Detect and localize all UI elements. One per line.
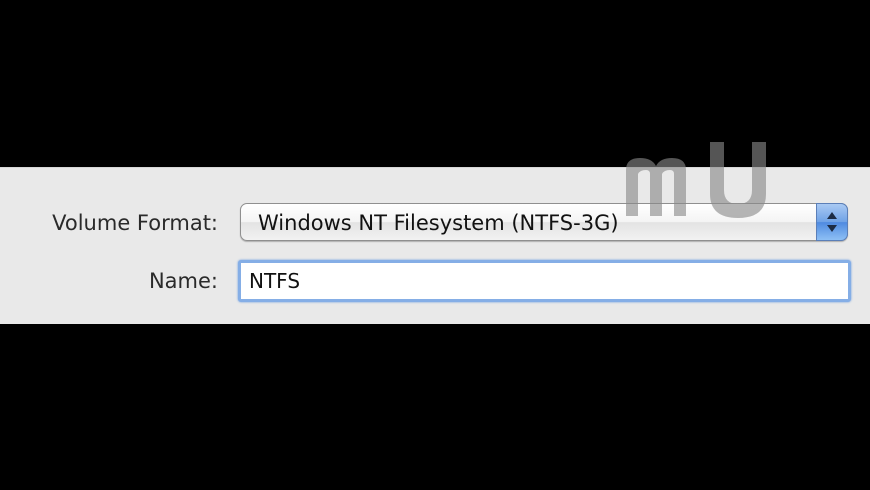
chevron-down-icon <box>827 225 837 232</box>
screenshot-frame: Volume Format: Windows NT Filesystem (NT… <box>0 0 870 490</box>
macupdate-logo-watermark-icon <box>626 142 766 218</box>
volume-format-selected-value: Windows NT Filesystem (NTFS-3G) <box>258 211 619 235</box>
chevron-up-icon <box>827 212 837 219</box>
name-row: Name: <box>0 259 870 303</box>
popup-stepper-icon[interactable] <box>816 203 848 241</box>
name-label: Name: <box>148 269 218 293</box>
name-field-focus-ring[interactable] <box>238 260 851 302</box>
volume-format-label: Volume Format: <box>52 211 218 235</box>
name-field[interactable] <box>249 263 839 299</box>
